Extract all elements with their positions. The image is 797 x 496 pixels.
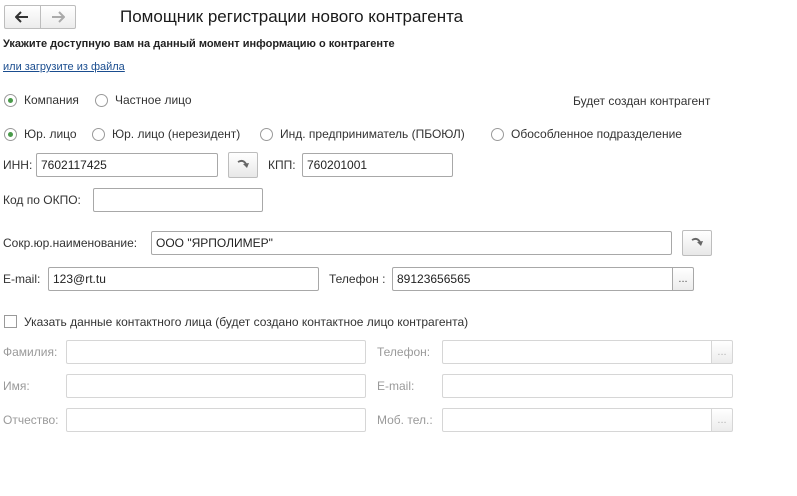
refresh-arrow-icon bbox=[691, 237, 703, 246]
radio-legal-nonresident-label[interactable]: Юр. лицо (нерезидент) bbox=[112, 127, 240, 141]
radio-company[interactable] bbox=[4, 94, 17, 107]
fill-name-button[interactable] bbox=[682, 230, 712, 256]
arrow-right-icon bbox=[51, 11, 65, 23]
contact-phone-label: Телефон: bbox=[377, 345, 431, 359]
contact-email-label: E-mail: bbox=[377, 379, 415, 393]
inn-input[interactable] bbox=[36, 153, 218, 177]
back-button[interactable] bbox=[5, 6, 40, 28]
phone-select-button[interactable]: ... bbox=[672, 267, 694, 291]
radio-legal-nonresident[interactable] bbox=[92, 128, 105, 141]
page-title: Помощник регистрации нового контрагента bbox=[120, 7, 464, 26]
radio-company-label[interactable]: Компания bbox=[24, 93, 79, 107]
contact-patronymic-input[interactable] bbox=[66, 408, 366, 432]
contact-phone-input[interactable] bbox=[442, 340, 712, 364]
contact-mobile-select-button[interactable]: ... bbox=[711, 408, 733, 432]
radio-individual-label[interactable]: Частное лицо bbox=[115, 93, 192, 107]
kpp-label: КПП: bbox=[268, 158, 296, 172]
contact-name-input[interactable] bbox=[66, 374, 366, 398]
radio-legal-entity[interactable] bbox=[4, 128, 17, 141]
will-be-created-info: Будет создан контрагент bbox=[573, 94, 711, 108]
contact-mobile-label: Моб. тел.: bbox=[377, 413, 433, 427]
contact-person-checkbox-label[interactable]: Указать данные контактного лица (будет с… bbox=[24, 315, 468, 329]
kpp-input[interactable] bbox=[302, 153, 453, 177]
radio-selected-dot bbox=[8, 98, 13, 103]
instruction-text: Укажите доступную вам на данный момент и… bbox=[3, 38, 395, 50]
radio-selected-dot bbox=[8, 132, 13, 137]
inn-label: ИНН: bbox=[3, 158, 33, 172]
contact-email-input[interactable] bbox=[442, 374, 733, 398]
contact-mobile-input[interactable] bbox=[442, 408, 712, 432]
arrow-left-icon bbox=[15, 11, 29, 23]
radio-legal-entity-label[interactable]: Юр. лицо bbox=[24, 127, 77, 141]
refresh-arrow-icon bbox=[237, 159, 249, 168]
short-name-label: Сокр.юр.наименование: bbox=[3, 236, 138, 250]
radio-entrepreneur-label[interactable]: Инд. предприниматель (ПБОЮЛ) bbox=[280, 127, 465, 141]
email-label: E-mail: bbox=[3, 272, 41, 286]
contact-patronymic-label: Отчество: bbox=[3, 413, 59, 427]
contact-phone-select-button[interactable]: ... bbox=[711, 340, 733, 364]
contact-person-checkbox[interactable] bbox=[4, 315, 17, 328]
phone-label: Телефон : bbox=[329, 272, 386, 286]
contact-surname-input[interactable] bbox=[66, 340, 366, 364]
load-from-file-link[interactable]: или загрузите из файла bbox=[3, 61, 125, 73]
contact-surname-label: Фамилия: bbox=[3, 345, 58, 359]
radio-separate-division-label[interactable]: Обособленное подразделение bbox=[511, 127, 682, 141]
short-name-input[interactable] bbox=[151, 231, 672, 255]
contact-name-label: Имя: bbox=[3, 379, 30, 393]
forward-button[interactable] bbox=[39, 6, 76, 28]
radio-separate-division[interactable] bbox=[491, 128, 504, 141]
fill-by-inn-button[interactable] bbox=[228, 152, 258, 178]
okpo-label: Код по ОКПО: bbox=[3, 193, 81, 207]
radio-entrepreneur[interactable] bbox=[260, 128, 273, 141]
phone-input[interactable] bbox=[392, 267, 673, 291]
navigation-buttons bbox=[4, 5, 76, 29]
email-input[interactable] bbox=[48, 267, 319, 291]
okpo-input[interactable] bbox=[93, 188, 263, 212]
radio-individual[interactable] bbox=[95, 94, 108, 107]
